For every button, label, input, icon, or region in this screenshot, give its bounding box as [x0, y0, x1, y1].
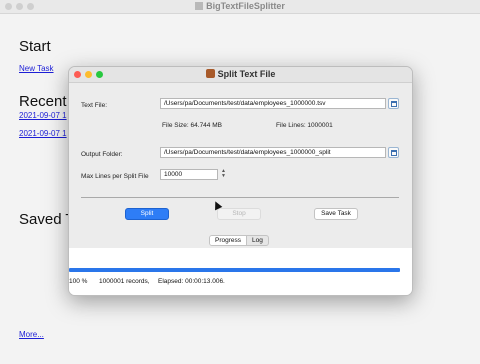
main-window-titlebar: BigTextFileSplitter [0, 0, 480, 14]
progress-panel [69, 248, 412, 295]
app-icon [205, 69, 215, 78]
status-records: 1000001 records, [99, 278, 150, 285]
new-task-link[interactable]: New Task [19, 64, 54, 73]
status-percent: 100 % [69, 278, 88, 285]
more-link[interactable]: More... [19, 330, 44, 339]
max-lines-label: Max Lines per Split File [81, 173, 149, 180]
split-button[interactable]: Split [125, 208, 169, 220]
dialog-titlebar: Split Text File [69, 67, 412, 83]
separator [81, 197, 399, 198]
tab-progress[interactable]: Progress [210, 236, 248, 245]
browse-text-file-button[interactable] [388, 98, 399, 109]
tab-log[interactable]: Log [247, 236, 268, 245]
split-text-file-dialog: Split Text File Text File: File Size: 64… [68, 66, 413, 296]
calendar-icon [391, 150, 397, 156]
file-size-text: File Size: 64.744 MB [162, 122, 222, 129]
stop-button: Stop [217, 208, 261, 220]
main-window-title: BigTextFileSplitter [0, 1, 480, 11]
chevron-updown-icon[interactable]: ▲ ▼ [220, 169, 227, 180]
recent-item-link[interactable]: 2021-09-07 1 [19, 111, 67, 120]
status-elapsed: Elapsed: 00:00:13.006. [158, 278, 225, 285]
output-folder-input[interactable] [160, 147, 386, 158]
progress-log-tabs: Progress Log [209, 235, 269, 246]
calendar-icon [391, 101, 397, 107]
saved-tasks-heading: Saved T [19, 211, 75, 228]
save-task-button[interactable]: Save Task [314, 208, 358, 220]
output-folder-label: Output Folder: [81, 151, 123, 158]
dialog-title: Split Text File [69, 69, 412, 79]
app-icon [195, 2, 204, 10]
progress-bar [69, 268, 400, 272]
start-heading: Start [19, 38, 51, 55]
file-lines-text: File Lines: 1000001 [276, 122, 333, 129]
recent-item-link[interactable]: 2021-09-07 1 [19, 129, 67, 138]
recent-heading: Recent [19, 93, 67, 110]
max-lines-input[interactable] [160, 169, 218, 180]
text-file-label: Text File: [81, 102, 108, 109]
browse-output-folder-button[interactable] [388, 147, 399, 158]
text-file-input[interactable] [160, 98, 386, 109]
